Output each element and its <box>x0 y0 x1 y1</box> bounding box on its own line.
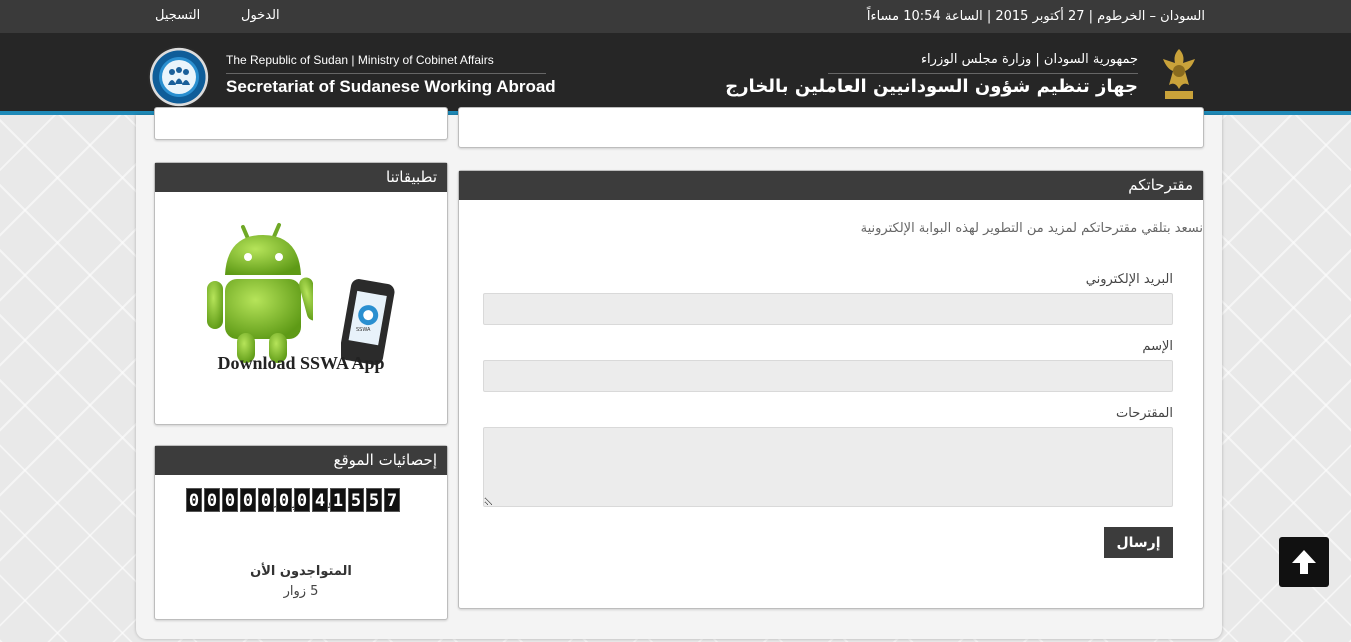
top-bar: السودان – الخرطوم | 27 أكتوبر 2015 | الس… <box>0 0 1351 33</box>
header-divider <box>226 73 546 74</box>
header-ar-title: جهاز تنظيم شؤون السودانيين العاملين بالخ… <box>725 76 1138 97</box>
site-header: The Republic of Sudan | Ministry of Cobi… <box>0 33 1351 115</box>
people-icon <box>162 60 196 94</box>
counter-digit: 0 <box>258 488 274 512</box>
counter-digit: 5 <box>348 488 364 512</box>
suggestions-intro: نسعد بتلقي مقترحاتكم لمزيد من التطوير له… <box>860 221 1203 236</box>
date-time: السودان – الخرطوم | 27 أكتوبر 2015 | الس… <box>866 9 1205 24</box>
sudan-emblem-icon <box>1155 45 1203 105</box>
suggestions-title: مقترحاتكم <box>459 171 1203 200</box>
counter-digit: 5 <box>366 488 382 512</box>
arrow-up-icon <box>1292 550 1316 574</box>
header-ar-subtitle: جمهورية السودان | وزارة مجلس الوزراء <box>920 52 1138 67</box>
counter-digit: 0 <box>222 488 238 512</box>
online-label: المتواجدون الأن <box>250 564 352 579</box>
phone-label: SSWA <box>356 327 371 333</box>
counter-digit: 0 <box>186 488 202 512</box>
stats-title: إحصائيات الموقع <box>155 446 447 475</box>
counter-digit: 1 <box>330 488 346 512</box>
download-app-link[interactable]: Download SSWA App <box>155 353 447 374</box>
android-robot-icon <box>207 223 313 363</box>
suggestions-panel: مقترحاتكم نسعد بتلقي مقترحاتكم لمزيد من … <box>458 170 1204 609</box>
counter-digit: 7 <box>384 488 400 512</box>
header-en-subtitle: The Republic of Sudan | Ministry of Cobi… <box>226 53 494 67</box>
name-field[interactable] <box>483 360 1173 392</box>
apps-title: تطبيقاتنا <box>155 163 447 192</box>
suggestion-textarea[interactable] <box>483 427 1173 507</box>
counter-digit: 0 <box>240 488 256 512</box>
right-top-panel <box>458 107 1204 148</box>
login-link[interactable]: الدخول <box>241 8 280 23</box>
name-label: الإسم <box>1142 339 1173 354</box>
header-en-title: Secretariat of Sudanese Working Abroad <box>226 77 556 96</box>
visits-counter: 0 0 0 0 0 0 0 4 1 5 5 7 <box>186 488 400 512</box>
email-label: البريد الإلكتروني <box>1085 272 1173 287</box>
main-container: مقترحاتكم نسعد بتلقي مقترحاتكم لمزيد من … <box>136 107 1222 639</box>
counter-digit: 0 <box>294 488 310 512</box>
header-divider <box>828 73 1138 74</box>
suggestion-label: المقترحات <box>1116 406 1173 421</box>
register-link[interactable]: التسجيل <box>155 8 200 23</box>
counter-digit: 0 <box>276 488 292 512</box>
email-field[interactable] <box>483 293 1173 325</box>
apps-panel: تطبيقاتنا SSWA Download SSWA App <box>154 162 448 425</box>
online-count: 5 زوار <box>283 584 319 599</box>
counter-digit: 4 <box>312 488 328 512</box>
scroll-top-button[interactable] <box>1279 537 1329 587</box>
counter-digit: 0 <box>204 488 220 512</box>
sswa-logo-icon[interactable] <box>148 46 210 108</box>
submit-button[interactable]: إرسال <box>1104 527 1173 558</box>
left-top-panel <box>154 107 448 140</box>
stats-panel: إحصائيات الموقع عدد الزيارات 0 0 0 0 0 0… <box>154 445 448 620</box>
